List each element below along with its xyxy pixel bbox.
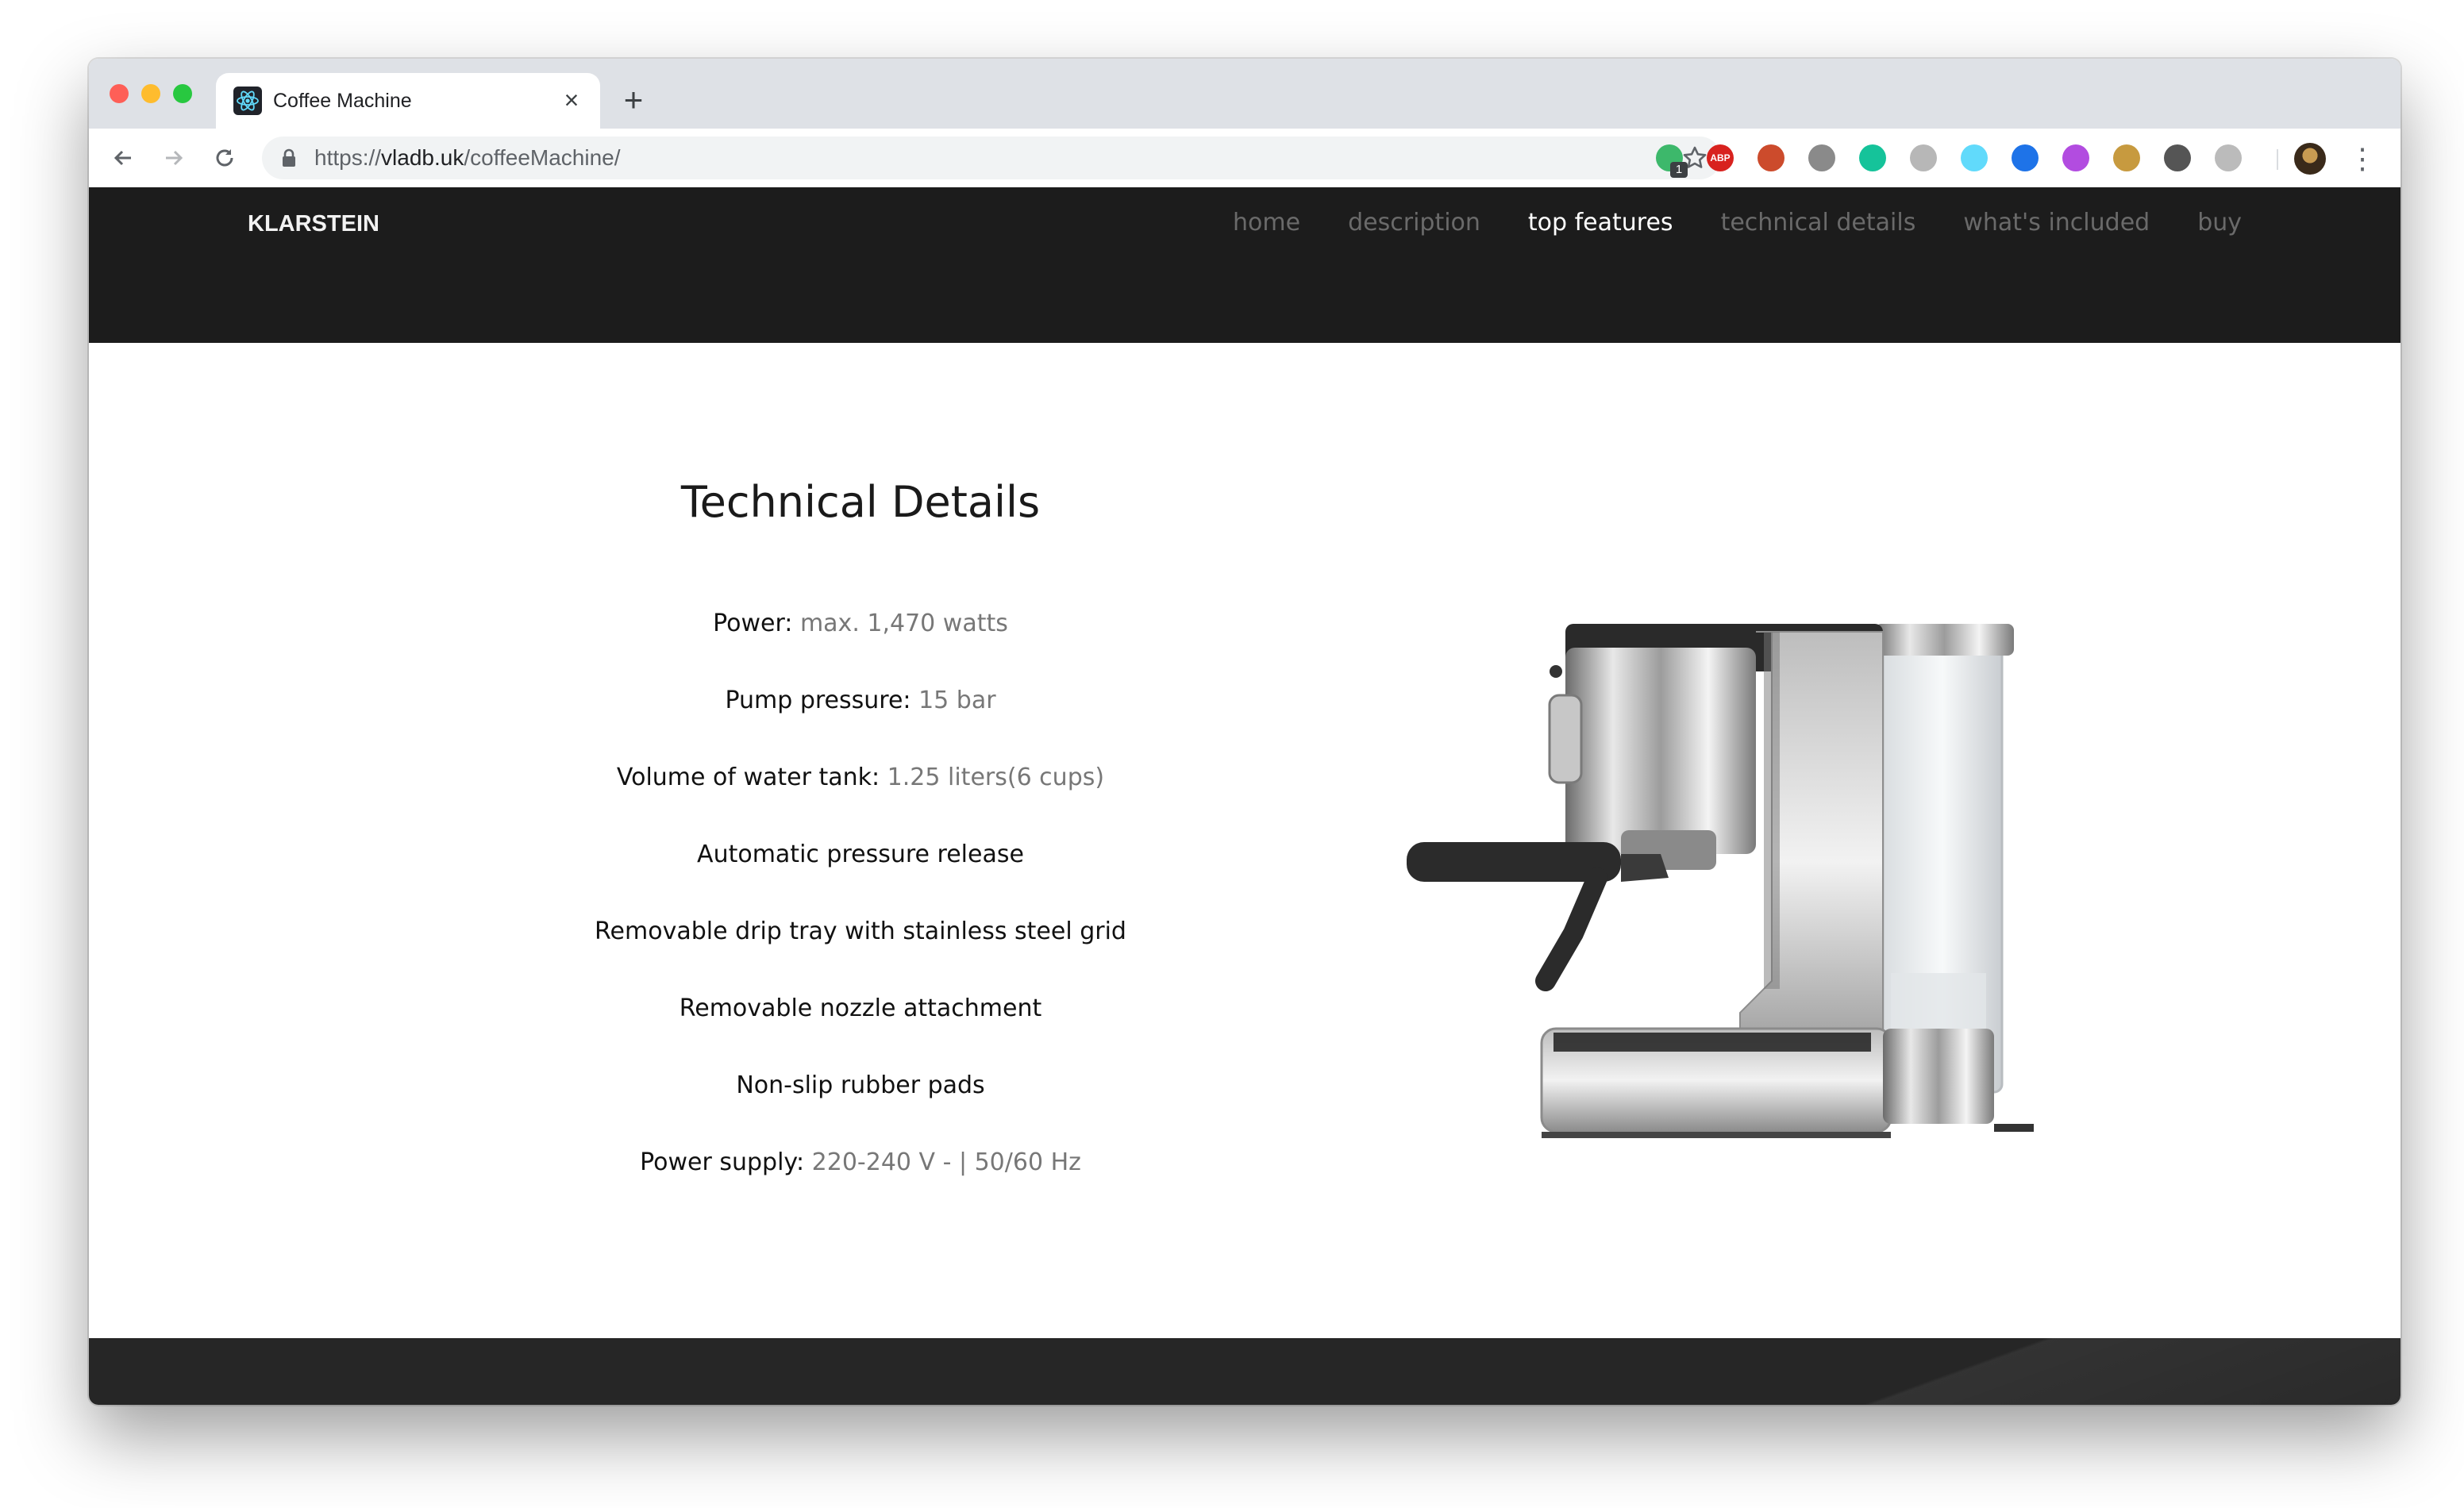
- spec-item: Volume of water tank: 1.25 liters(6 cups…: [464, 762, 1257, 839]
- spec-value: 220-240 V - | 50/60 Hz: [811, 1148, 1081, 1176]
- url-scheme: https://: [314, 145, 382, 170]
- grammarly-extension-icon[interactable]: [1859, 144, 1886, 171]
- page-title: Technical Details: [680, 477, 1041, 527]
- spec-label: Automatic pressure release: [697, 841, 1024, 868]
- back-icon[interactable]: [105, 140, 141, 176]
- spec-item: Non-slip rubber pads: [464, 1070, 1257, 1147]
- footer-decoration: [1686, 1338, 2400, 1405]
- spec-list: Power: max. 1,470 watts Pump pressure: 15…: [464, 608, 1257, 1224]
- adblock-plus-extension-label: ABP: [1710, 152, 1731, 163]
- url-text: https://vladb.uk/coffeeMachine/: [314, 144, 621, 171]
- maximize-window-button[interactable]: [173, 84, 192, 103]
- spec-item: Power supply: 220-240 V - | 50/60 Hz: [464, 1147, 1257, 1224]
- spec-value: max. 1,470 watts: [799, 610, 1008, 637]
- spec-label: Non-slip rubber pads: [736, 1071, 985, 1099]
- site-footer: [89, 1338, 2400, 1405]
- url-host: vladb.uk: [381, 145, 464, 170]
- nav-link-buy[interactable]: buy: [2197, 206, 2242, 240]
- nav-link-home[interactable]: home: [1233, 206, 1300, 240]
- lock-icon: [283, 148, 295, 167]
- react-devtools-extension-icon[interactable]: [1961, 144, 1988, 171]
- spec-item: Removable drip tray with stainless steel…: [464, 916, 1257, 993]
- spec-item: Automatic pressure release: [464, 839, 1257, 916]
- browser-window: Coffee Machine × + https://vladb.uk/coff…: [89, 59, 2400, 1405]
- site-nav: home description top features technical det…: [1233, 206, 2242, 240]
- spec-item: Power: max. 1,470 watts: [464, 608, 1257, 685]
- tab-title: Coffee Machine: [273, 90, 412, 112]
- spec-item: Removable nozzle attachment: [464, 993, 1257, 1070]
- toolbar-divider: [2277, 149, 2278, 170]
- ghostery-extension-icon[interactable]: 1: [1656, 144, 1688, 178]
- spec-value: 15 bar: [918, 687, 996, 714]
- spec-value: 1.25 liters(6 cups): [887, 764, 1105, 791]
- react-favicon-icon: [233, 87, 262, 115]
- forward-icon[interactable]: [156, 140, 192, 176]
- adblock-plus-extension-icon[interactable]: ABP: [1707, 144, 1734, 171]
- site-header: KLARSTEIN home description top features tec…: [89, 187, 2400, 343]
- coffee-machine-image: [1407, 624, 2034, 1138]
- spec-label: Removable drip tray with stainless steel…: [595, 917, 1126, 945]
- nav-link-what-s-included[interactable]: what's included: [1963, 206, 2150, 240]
- ghostery-badge: 1: [1670, 162, 1688, 178]
- close-window-button[interactable]: [110, 84, 129, 103]
- profile-avatar[interactable]: [2294, 143, 2326, 175]
- spec-label: Power supply:: [640, 1148, 805, 1176]
- brand-logo[interactable]: KLARSTEIN: [248, 208, 379, 240]
- nav-link-description[interactable]: description: [1348, 206, 1480, 240]
- spec-label: Removable nozzle attachment: [679, 994, 1042, 1022]
- timer-extension-icon[interactable]: [2215, 144, 2242, 171]
- close-tab-icon[interactable]: ×: [557, 86, 586, 114]
- spec-label: Pump pressure:: [725, 687, 911, 714]
- address-bar[interactable]: https://vladb.uk/coffeeMachine/: [262, 137, 1721, 179]
- box-extension-icon[interactable]: [2113, 144, 2140, 171]
- menu-icon[interactable]: ⋮: [2348, 141, 2377, 176]
- nav-link-technical-details[interactable]: technical details: [1721, 206, 1916, 240]
- translate-extension-icon[interactable]: [1910, 144, 1937, 171]
- url-path: /coffeeMachine/: [464, 145, 621, 170]
- glasses-extension-icon[interactable]: [1758, 144, 1784, 171]
- camera-extension-icon[interactable]: [1808, 144, 1835, 171]
- web-page: KLARSTEIN home description top features tec…: [89, 187, 2400, 1405]
- spec-item: Pump pressure: 15 bar: [464, 685, 1257, 762]
- spec-label: Volume of water tank:: [616, 764, 880, 791]
- tab-coffee-machine[interactable]: Coffee Machine ×: [216, 73, 600, 129]
- broadcast-extension-icon[interactable]: [2062, 144, 2089, 171]
- spec-label: Power:: [713, 610, 793, 637]
- code-extension-icon[interactable]: [2164, 144, 2191, 171]
- minimize-window-button[interactable]: [141, 84, 160, 103]
- reload-icon[interactable]: [206, 140, 243, 176]
- new-tab-icon[interactable]: +: [616, 83, 651, 117]
- color-picker-extension-icon[interactable]: [2012, 144, 2039, 171]
- browser-toolbar: https://vladb.uk/coffeeMachine/ 1 ABP ⋮: [89, 129, 2400, 188]
- nav-link-top-features[interactable]: top features: [1528, 206, 1673, 240]
- tab-strip: Coffee Machine × +: [89, 59, 2400, 129]
- details-title-wrap: Technical Details: [464, 475, 1257, 530]
